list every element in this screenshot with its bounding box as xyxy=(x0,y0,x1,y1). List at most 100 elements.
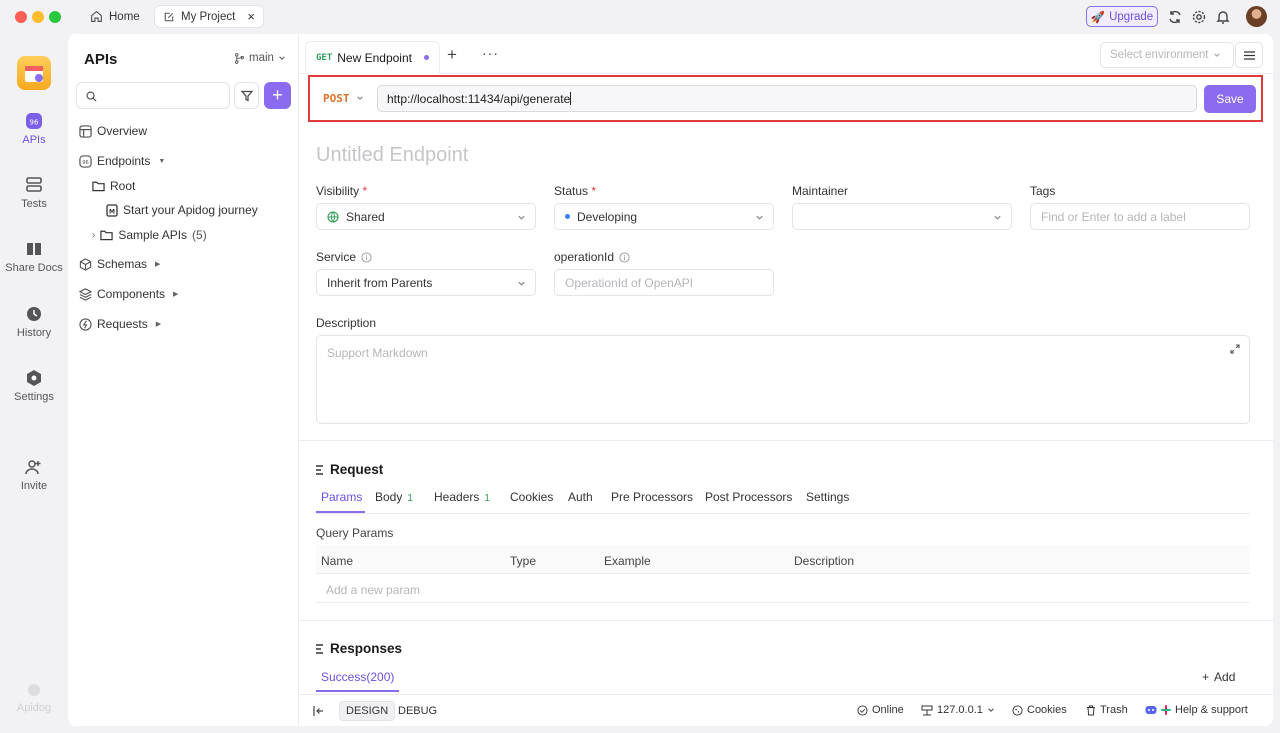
cube-icon xyxy=(79,257,92,271)
lightning-icon xyxy=(79,317,92,331)
brand-mark: Apidog xyxy=(0,682,68,714)
tab-headers[interactable]: Headers 1 xyxy=(434,490,490,504)
design-mode-button[interactable]: DESIGN xyxy=(339,701,396,721)
column-name: Name xyxy=(321,554,354,568)
save-button[interactable]: Save xyxy=(1204,85,1256,113)
tab-home[interactable]: Home xyxy=(82,5,148,28)
service-select[interactable]: Inherit from Parents xyxy=(316,269,536,296)
description-placeholder: Support Markdown xyxy=(327,346,428,360)
help-support-button[interactable]: Help & support xyxy=(1145,704,1248,716)
search-input[interactable] xyxy=(76,82,230,109)
close-window-button[interactable] xyxy=(15,11,27,23)
project-logo[interactable] xyxy=(17,56,51,90)
collapse-sidebar-icon[interactable] xyxy=(313,706,324,716)
trash-label: Trash xyxy=(1100,704,1128,716)
sidebar-title: APIs xyxy=(84,51,118,68)
tab-params[interactable]: Params xyxy=(321,490,362,504)
home-icon xyxy=(91,10,102,22)
filter-button[interactable] xyxy=(234,82,259,109)
environment-select[interactable]: Select environment xyxy=(1100,42,1234,68)
hamburger-icon xyxy=(1243,50,1255,60)
section-lines-icon xyxy=(316,464,323,475)
caret-right-icon: ▶ xyxy=(155,261,161,268)
endpoint-name-input[interactable]: Untitled Endpoint xyxy=(316,144,468,167)
cookies-button[interactable]: Cookies xyxy=(1012,704,1067,716)
add-button[interactable]: + xyxy=(264,82,291,109)
chevron-right-icon[interactable]: › xyxy=(92,230,95,241)
minimize-window-button[interactable] xyxy=(32,11,44,23)
url-input[interactable]: http://localhost:11434/api/generate xyxy=(377,85,1197,112)
tree-item-root[interactable]: Root xyxy=(92,179,135,193)
tab-home-label: Home xyxy=(109,10,140,23)
tree-item-start-journey[interactable]: M Start your Apidog journey xyxy=(106,203,258,217)
nav-apis[interactable]: 96 APIs xyxy=(0,112,68,146)
close-tab-icon[interactable]: × xyxy=(247,9,255,24)
trash-button[interactable]: Trash xyxy=(1086,704,1128,716)
add-param-input[interactable]: Add a new param xyxy=(326,583,420,597)
maintainer-select[interactable] xyxy=(792,203,1012,230)
nav-settings[interactable]: Settings xyxy=(0,369,68,403)
debug-mode-button[interactable]: DEBUG xyxy=(392,701,443,721)
operation-id-label: operationId xyxy=(554,250,630,264)
online-status[interactable]: Online xyxy=(857,704,904,716)
tags-label: Tags xyxy=(1030,184,1056,198)
expand-icon[interactable] xyxy=(1230,344,1240,354)
help-label: Help & support xyxy=(1175,704,1248,716)
nav-history-label: History xyxy=(16,327,52,339)
tree-item-sample-apis[interactable]: › Sample APIs (5) xyxy=(92,228,207,242)
branch-selector[interactable]: main xyxy=(234,52,286,64)
operation-id-input[interactable]: OperationId of OpenAPI xyxy=(554,269,774,296)
tab-post-processors[interactable]: Post Processors xyxy=(705,490,792,504)
sidebar: APIs main + Overview 96 Endpoints ▼ Root… xyxy=(68,34,299,726)
discord-icon xyxy=(1145,706,1157,714)
tree-item-components[interactable]: Components ▶ xyxy=(79,287,178,301)
tree-item-schemas-label: Schemas xyxy=(97,257,148,271)
status-select[interactable]: Developing xyxy=(554,203,774,230)
tab-pre-processors[interactable]: Pre Processors xyxy=(611,490,693,504)
tree-item-overview[interactable]: Overview xyxy=(79,124,147,138)
tests-icon xyxy=(26,177,42,192)
maximize-window-button[interactable] xyxy=(49,11,61,23)
column-description: Description xyxy=(794,554,855,568)
new-tab-plus-icon[interactable]: + xyxy=(447,45,457,65)
upgrade-button[interactable]: 🚀 Upgrade xyxy=(1086,6,1158,27)
tab-settings[interactable]: Settings xyxy=(806,490,849,504)
tab-success-200[interactable]: Success(200) xyxy=(321,670,394,684)
environment-menu-button[interactable] xyxy=(1235,42,1263,68)
tab-cookies[interactable]: Cookies xyxy=(510,490,553,504)
overview-icon xyxy=(79,124,92,138)
url-value: http://localhost:11434/api/generate xyxy=(387,91,571,106)
nav-invite[interactable]: Invite xyxy=(0,458,68,492)
visibility-select[interactable]: Shared xyxy=(316,203,536,230)
tree-item-endpoints[interactable]: 96 Endpoints ▼ xyxy=(79,154,165,168)
tags-input[interactable]: Find or Enter to add a label xyxy=(1030,203,1250,230)
clock-icon xyxy=(27,307,41,321)
nav-tests[interactable]: Tests xyxy=(0,176,68,210)
divider xyxy=(299,620,1273,621)
bell-icon[interactable] xyxy=(1215,9,1231,25)
gear-icon[interactable] xyxy=(1191,9,1207,25)
sync-icon[interactable] xyxy=(1167,9,1183,25)
tab-my-project[interactable]: My Project × xyxy=(154,5,264,28)
service-value: Inherit from Parents xyxy=(327,275,433,290)
tree-item-requests[interactable]: Requests ▶ xyxy=(79,317,161,331)
nav-share-docs[interactable]: Share Docs xyxy=(0,240,68,274)
description-label: Description xyxy=(316,316,377,330)
rocket-icon: 🚀 xyxy=(1090,11,1106,24)
tree-item-schemas[interactable]: Schemas ▶ xyxy=(79,257,160,271)
tree-item-root-label: Root xyxy=(110,179,136,193)
avatar[interactable] xyxy=(1246,6,1267,27)
host-selector[interactable]: 127.0.0.1 xyxy=(921,704,995,716)
description-textarea[interactable]: Support Markdown xyxy=(316,335,1250,424)
service-label-text: Service xyxy=(316,250,357,264)
column-type: Type xyxy=(510,554,537,568)
method-select[interactable]: POST xyxy=(317,84,377,112)
add-response-button[interactable]: + Add xyxy=(1202,670,1235,684)
branch-label: main xyxy=(249,52,274,64)
unsaved-dot-icon xyxy=(423,55,429,60)
tab-new-endpoint[interactable]: GET New Endpoint xyxy=(305,41,440,74)
tab-auth[interactable]: Auth xyxy=(568,490,593,504)
tab-body[interactable]: Body 1 xyxy=(375,490,413,504)
more-options-icon[interactable]: ··· xyxy=(482,45,499,61)
nav-history[interactable]: History xyxy=(0,305,68,339)
